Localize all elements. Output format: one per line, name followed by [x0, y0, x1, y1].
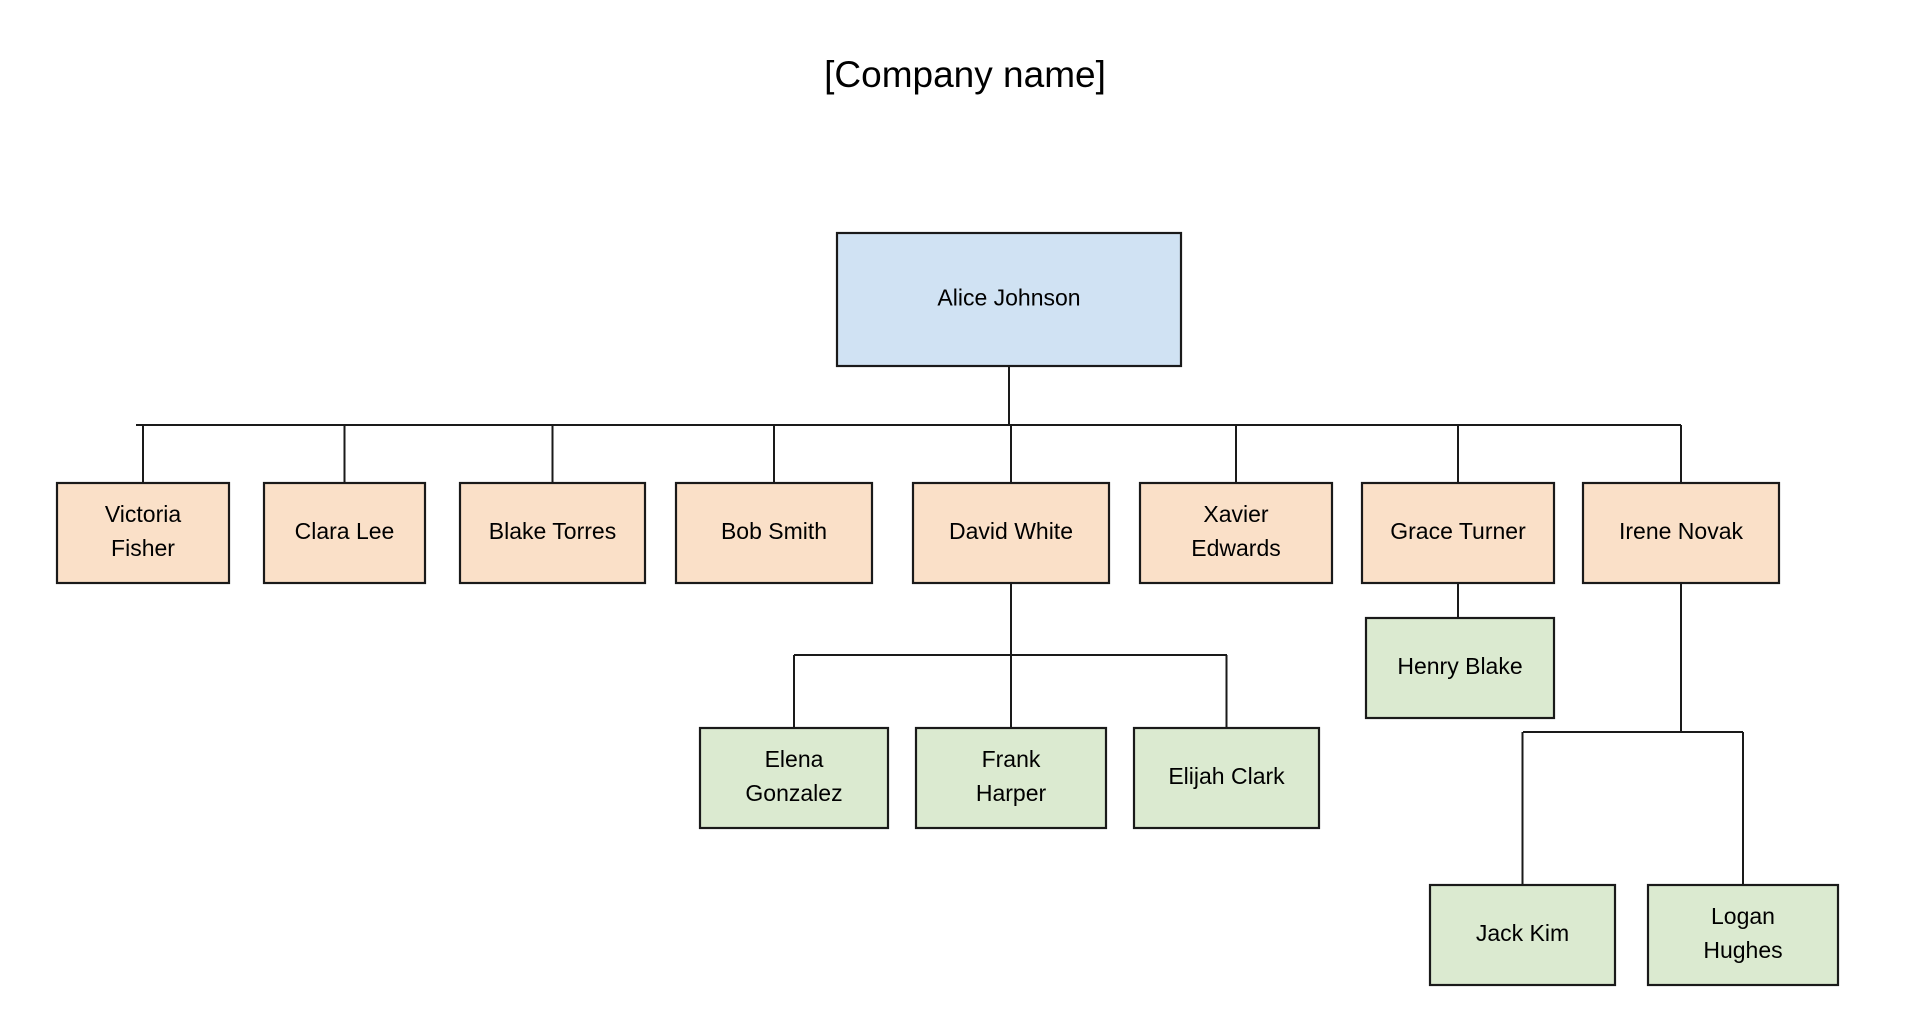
node-box-xavier-edwards[interactable] — [1138, 481, 1334, 585]
node-label-alice-johnson: Alice Johnson — [937, 285, 1080, 311]
node-box-elena-gonzalez[interactable] — [698, 726, 890, 830]
org-node-bob-smith[interactable]: Bob Smith — [674, 481, 874, 585]
node-box-victoria-fisher[interactable] — [55, 481, 231, 585]
org-node-elena-gonzalez[interactable]: Elena Gonzalez — [698, 726, 890, 830]
node-label-clara-lee: Clara Lee — [295, 518, 395, 544]
org-node-clara-lee[interactable]: Clara Lee — [262, 481, 427, 585]
org-node-elijah-clark[interactable]: Elijah Clark — [1132, 726, 1321, 830]
node-label-elijah-clark: Elijah Clark — [1168, 763, 1285, 789]
node-label-grace-turner: Grace Turner — [1390, 518, 1526, 544]
org-node-blake-torres[interactable]: Blake Torres — [458, 481, 647, 585]
org-node-jack-kim[interactable]: Jack Kim — [1428, 883, 1617, 987]
node-label-blake-torres: Blake Torres — [489, 518, 616, 544]
node-label-jack-kim: Jack Kim — [1476, 920, 1569, 946]
org-node-david-white[interactable]: David White — [911, 481, 1111, 585]
org-node-irene-novak[interactable]: Irene Novak — [1581, 481, 1781, 585]
org-node-henry-blake[interactable]: Henry Blake — [1364, 616, 1556, 720]
page-title: [Company name] — [824, 54, 1106, 95]
node-label-bob-smith: Bob Smith — [721, 518, 827, 544]
org-node-alice-johnson[interactable]: Alice Johnson — [835, 231, 1183, 368]
org-node-victoria-fisher[interactable]: Victoria Fisher — [55, 481, 231, 585]
org-node-frank-harper[interactable]: Frank Harper — [914, 726, 1108, 830]
node-box-frank-harper[interactable] — [914, 726, 1108, 830]
node-label-irene-novak: Irene Novak — [1619, 518, 1744, 544]
node-box-logan-hughes[interactable] — [1646, 883, 1840, 987]
node-label-henry-blake: Henry Blake — [1397, 653, 1522, 679]
node-label-david-white: David White — [949, 518, 1073, 544]
org-chart-canvas: [Company name] Alice Johnson Victoria Fish… — [0, 0, 1920, 1023]
org-node-xavier-edwards[interactable]: Xavier Edwards — [1138, 481, 1334, 585]
org-node-logan-hughes[interactable]: Logan Hughes — [1646, 883, 1840, 987]
org-node-grace-turner[interactable]: Grace Turner — [1360, 481, 1556, 585]
org-chart-svg: [Company name] Alice Johnson Victoria Fish… — [0, 0, 1920, 1023]
